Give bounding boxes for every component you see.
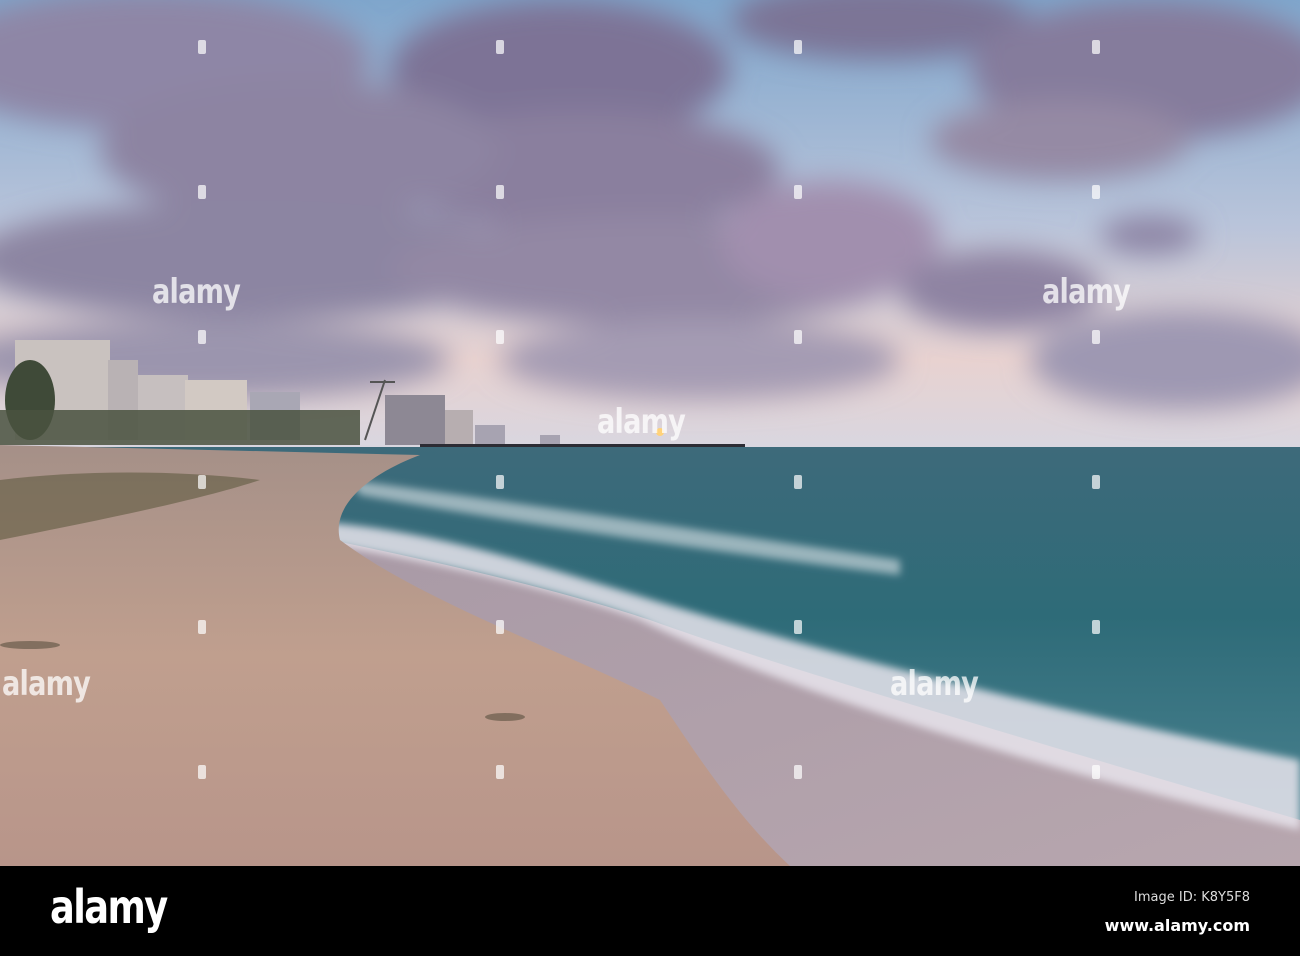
watermark-mark [496,40,504,54]
alamy-logo: alamy [50,880,168,934]
watermark-mark [1092,475,1100,489]
watermark-mark [1092,40,1100,54]
watermark-mark [496,475,504,489]
watermark-mark [496,330,504,344]
watermark: alamy [2,664,91,704]
watermark-mark [1092,765,1100,779]
website-link: www.alamy.com [1104,916,1250,935]
watermark: alamy [597,402,686,442]
stock-photo: alamy alamy alamy alamy alamy alamy Imag… [0,0,1300,956]
watermark: alamy [152,272,241,312]
watermark: alamy [890,664,979,704]
watermark-mark [1092,185,1100,199]
watermark-mark [794,330,802,344]
watermark-mark [198,40,206,54]
watermark-mark [794,620,802,634]
watermark-mark [1092,620,1100,634]
watermark-mark [794,185,802,199]
watermark-mark [794,475,802,489]
watermark-mark [496,620,504,634]
watermark-mark [198,620,206,634]
watermark-mark [794,40,802,54]
watermark-mark [198,330,206,344]
watermark-mark [794,765,802,779]
watermark-mark [198,765,206,779]
watermark: alamy [1042,272,1131,312]
watermark-mark [198,475,206,489]
watermark-mark [496,185,504,199]
watermark-mark [1092,330,1100,344]
image-id: Image ID: K8Y5F8 [1134,890,1250,905]
watermark-mark [198,185,206,199]
watermark-mark [496,765,504,779]
footer-bar: alamy Image ID: K8Y5F8 www.alamy.com [0,866,1300,956]
